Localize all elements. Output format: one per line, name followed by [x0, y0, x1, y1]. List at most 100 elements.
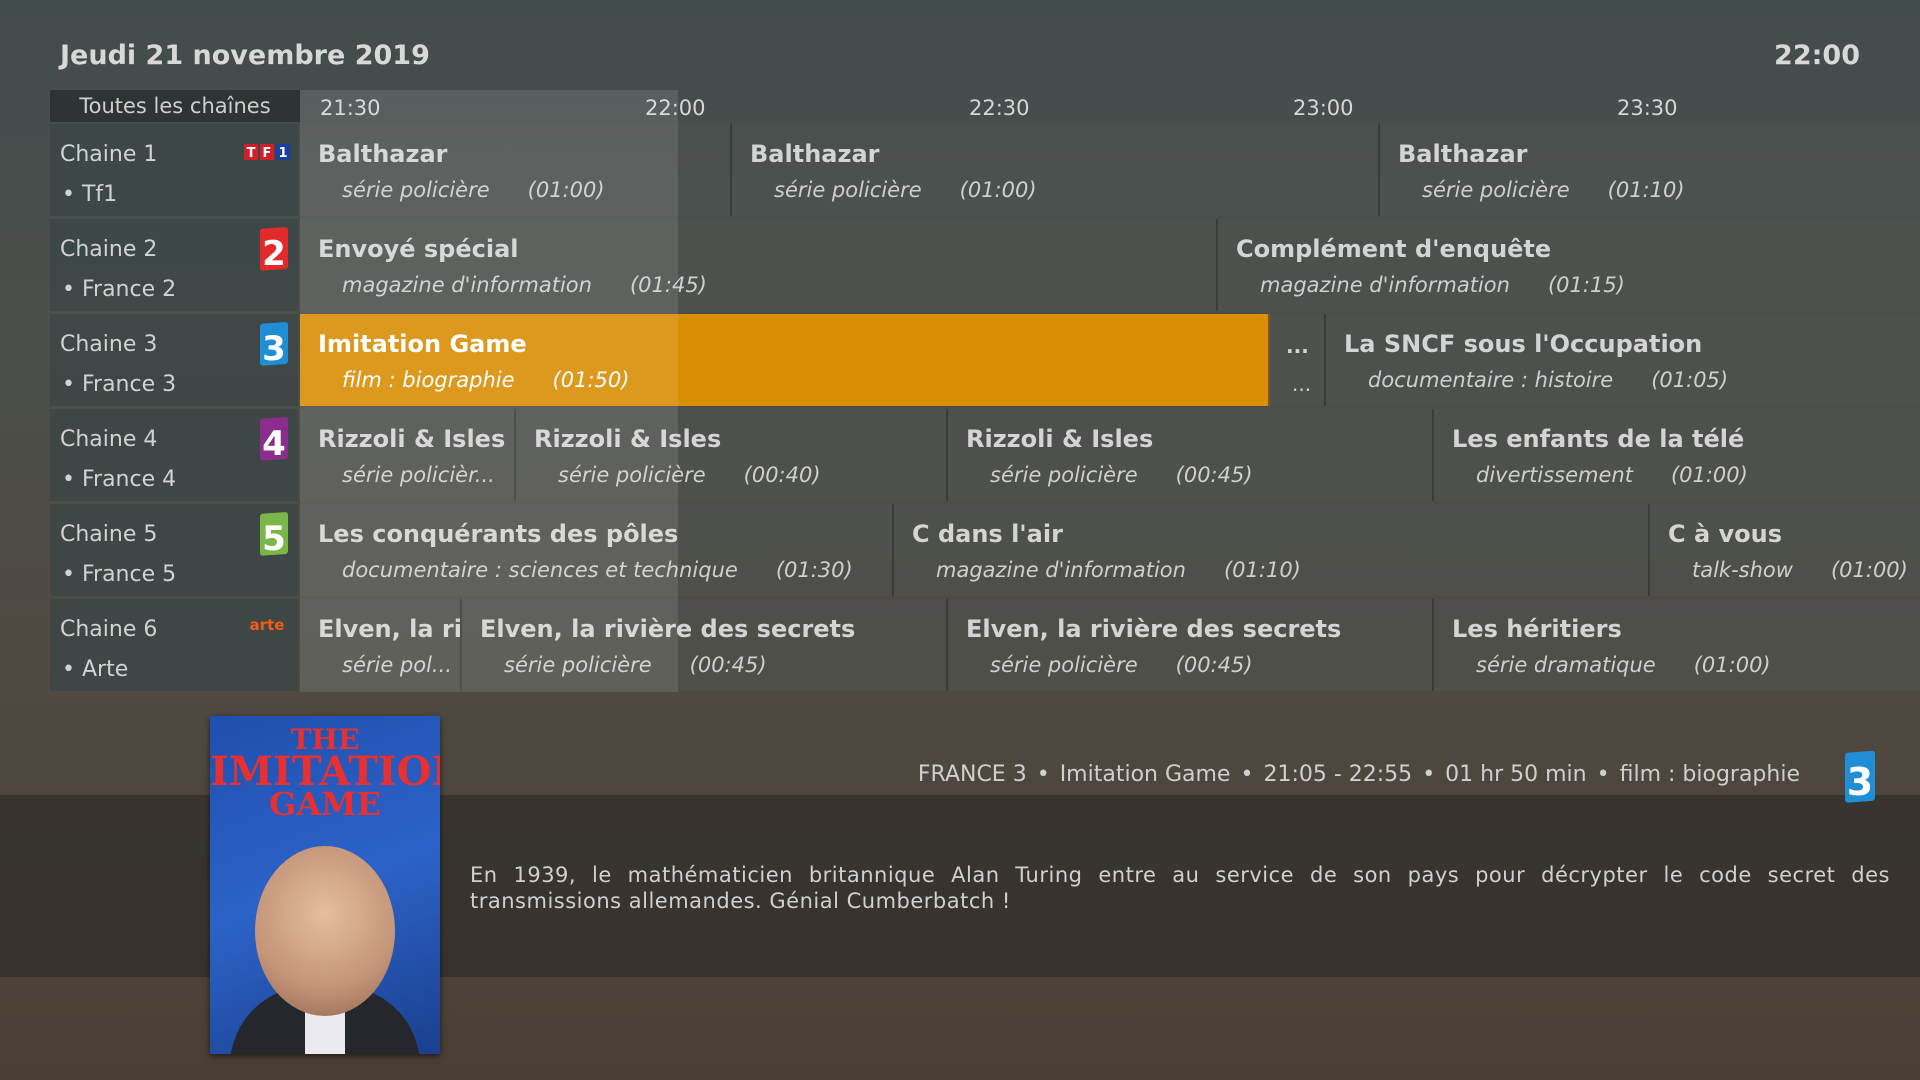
channel-row-france5[interactable]: Chaine 5 • France 5 5: [50, 504, 298, 596]
svg-text:arte: arte: [250, 616, 285, 634]
program-cell[interactable]: Les conquérants des pôles documentaire :…: [300, 504, 894, 596]
svg-text:3: 3: [262, 329, 286, 368]
program-cell[interactable]: Envoyé spécial magazine d'information (01…: [300, 219, 1218, 311]
france5-logo-icon: 5: [258, 512, 290, 562]
svg-text:5: 5: [262, 519, 286, 558]
program-cell[interactable]: Rizzoli & Isles série policière (00:40): [516, 409, 948, 501]
program-title: Les conquérants des pôles: [318, 520, 679, 548]
program-cell[interactable]: Balthazar série policière (01:00): [300, 124, 732, 216]
channel-number: Chaine 4: [60, 427, 158, 452]
program-cell[interactable]: Elven, la rivière des secrets série poli…: [948, 599, 1434, 691]
program-row-ch5: Les conquérants des pôles documentaire :…: [300, 504, 1920, 596]
clock: 22:00: [1774, 40, 1860, 71]
timeline-tick: 22:30: [969, 96, 1030, 120]
meta-channel: FRANCE 3: [917, 762, 1027, 787]
svg-text:2: 2: [262, 234, 286, 273]
program-title: Rizzoli & Isles: [534, 425, 722, 453]
program-cell-selected[interactable]: Imitation Game film : biographie (01:50): [300, 314, 1270, 406]
program-title: Elven, la rivière des secrets: [966, 615, 1342, 643]
program-genre: magazine d'information (01:45): [342, 273, 707, 297]
timeline-tick: 23:30: [1617, 96, 1678, 120]
program-cell[interactable]: Les enfants de la télé divertissement (01…: [1434, 409, 1920, 501]
program-meta: FRANCE 3 • Imitation Game • 21:05 - 22:55 • 01…: [917, 762, 1800, 787]
channel-name: • France 2: [62, 277, 177, 302]
program-genre: magazine d'information (01:15): [1260, 273, 1625, 297]
program-cell[interactable]: Rizzoli & Isles série policière (00:45): [948, 409, 1434, 501]
program-cell[interactable]: Elven, la ri... série pol...: [300, 599, 462, 691]
program-genre: série policière (00:45): [504, 653, 767, 677]
program-title: Rizzoli & Isles: [318, 425, 506, 453]
channel-row-france2[interactable]: Chaine 2 • France 2 2: [50, 219, 298, 311]
program-title: ...: [1286, 334, 1309, 358]
program-cell[interactable]: Complément d'enquête magazine d'informat…: [1218, 219, 1920, 311]
channel-name: • France 4: [62, 467, 177, 492]
program-title: Balthazar: [1398, 140, 1528, 168]
program-poster: THE IMITATION GAME: [210, 716, 440, 1054]
program-genre: série dramatique (01:00): [1476, 653, 1771, 677]
channel-name: • France 5: [62, 562, 177, 587]
program-row-ch6: Elven, la ri... série pol... Elven, la r…: [300, 599, 1920, 691]
timeline-tick: 22:00: [645, 96, 706, 120]
tf1-logo-icon: T F 1: [244, 144, 290, 164]
channel-number: Chaine 2: [60, 237, 158, 262]
meta-length: 01 hr 50 min: [1445, 762, 1587, 787]
arte-logo-icon: arte: [244, 615, 290, 639]
channel-filter-button[interactable]: Toutes les chaînes: [50, 90, 300, 122]
program-description: En 1939, le mathématicien britannique Al…: [470, 863, 1890, 913]
channel-row-tf1[interactable]: Chaine 1 • Tf1 T F 1: [50, 124, 298, 216]
france3-logo-icon: 3: [258, 322, 290, 372]
meta-title: Imitation Game: [1059, 762, 1231, 787]
program-title: Imitation Game: [318, 330, 527, 358]
program-title: Balthazar: [318, 140, 448, 168]
program-title: Elven, la rivière des secrets: [480, 615, 856, 643]
program-genre: documentaire : sciences et technique (01:…: [342, 558, 853, 582]
channel-name: • France 3: [62, 372, 177, 397]
date-label: Jeudi 21 novembre 2019: [60, 40, 430, 71]
program-genre: ...: [1292, 372, 1312, 396]
program-cell[interactable]: Rizzoli & Isles série policièr...: [300, 409, 516, 501]
channel-name: • Tf1: [62, 182, 118, 207]
program-title: Envoyé spécial: [318, 235, 519, 263]
program-genre: série policière (01:00): [774, 178, 1037, 202]
svg-text:4: 4: [262, 424, 286, 463]
channel-number: Chaine 6: [60, 617, 158, 642]
program-genre: série policière (00:40): [558, 463, 821, 487]
channel-row-france4[interactable]: Chaine 4 • France 4 4: [50, 409, 298, 501]
program-title: C à vous: [1668, 520, 1783, 548]
channel-row-france3[interactable]: Chaine 3 • France 3 3: [50, 314, 298, 406]
program-cell[interactable]: C à vous talk-show (01:00): [1650, 504, 1920, 596]
timeline-tick: 21:30: [320, 96, 381, 120]
program-cell[interactable]: C dans l'air magazine d'information (01:1…: [894, 504, 1650, 596]
program-cell[interactable]: Elven, la rivière des secrets série poli…: [462, 599, 948, 691]
program-row-ch1: Balthazar série policière (01:00) Balthaz…: [300, 124, 1920, 216]
svg-text:3: 3: [1847, 760, 1873, 804]
program-genre: série pol...: [342, 653, 452, 677]
france2-logo-icon: 2: [258, 227, 290, 277]
program-title: Les héritiers: [1452, 615, 1622, 643]
program-title: Rizzoli & Isles: [966, 425, 1154, 453]
program-genre: série policière (00:45): [990, 653, 1253, 677]
program-title: C dans l'air: [912, 520, 1063, 548]
channel-name: • Arte: [62, 657, 129, 682]
program-genre: documentaire : histoire (01:05): [1368, 368, 1729, 392]
program-row-ch4: Rizzoli & Isles série policièr... Rizzol…: [300, 409, 1920, 501]
program-title: Complément d'enquête: [1236, 235, 1552, 263]
program-cell[interactable]: Les héritiers série dramatique (01:00): [1434, 599, 1920, 691]
meta-genre: film : biographie: [1619, 762, 1800, 787]
program-genre: série policière (01:10): [1422, 178, 1685, 202]
program-genre: film : biographie (01:50): [342, 368, 630, 392]
program-genre: série policière (01:00): [342, 178, 605, 202]
program-title: La SNCF sous l'Occupation: [1344, 330, 1703, 358]
program-cell[interactable]: ... ...: [1270, 314, 1326, 406]
france4-logo-icon: 4: [258, 417, 290, 467]
program-cell[interactable]: La SNCF sous l'Occupation documentaire :…: [1326, 314, 1920, 406]
program-cell[interactable]: Balthazar série policière (01:10): [1380, 124, 1920, 216]
program-genre: série policièr...: [342, 463, 495, 487]
program-cell[interactable]: Balthazar série policière (01:00): [732, 124, 1380, 216]
meta-time: 21:05 - 22:55: [1263, 762, 1413, 787]
france3-logo-icon: 3: [1842, 750, 1878, 810]
poster-title: THE IMITATION GAME: [210, 723, 440, 823]
program-title: Les enfants de la télé: [1452, 425, 1745, 453]
svg-text:1: 1: [278, 146, 287, 160]
channel-row-arte[interactable]: Chaine 6 • Arte arte: [50, 599, 298, 691]
